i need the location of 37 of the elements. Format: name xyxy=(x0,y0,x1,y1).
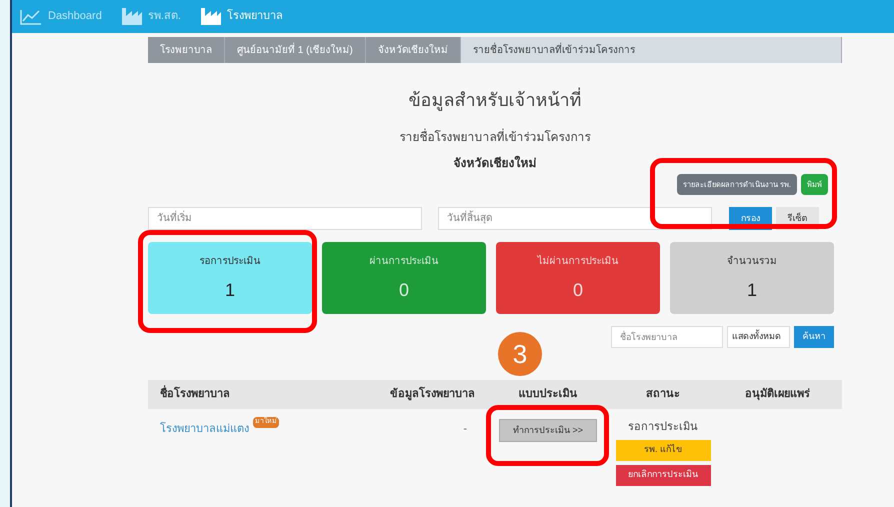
card-count: 0 xyxy=(572,279,583,302)
column-header: ข้อมูลโรงพยาบาล xyxy=(389,386,476,402)
page-title: ข้อมูลสำหรับเจ้าหน้าที่ xyxy=(148,87,842,114)
search-button[interactable]: ค้นหา xyxy=(794,326,834,348)
page-subtitle: รายชื่อโรงพยาบาลที่เข้าร่วมโครงการ xyxy=(398,128,592,146)
card-label: รอการประเมิน xyxy=(200,255,260,269)
breadcrumb-item[interactable]: จังหวัดเชียงใหม่ xyxy=(366,37,461,63)
hospital-search-field[interactable]: ชื่อโรงพยาบาล xyxy=(611,326,723,348)
hospital-link[interactable]: โรงพยาบาลแม่แตง xyxy=(160,421,249,438)
column-header: สถานะ xyxy=(645,387,681,402)
breadcrumb-item[interactable]: โรงพยาบาล xyxy=(148,37,225,63)
breadcrumb-item[interactable]: รายชื่อโรงพยาบาลที่เข้าร่วมโครงการ xyxy=(460,37,842,63)
nav-link[interactable]: Dashboard xyxy=(20,8,102,25)
breadcrumb-item[interactable]: ศูนย์อนามัยที่ 1 (เชียงใหม่) xyxy=(225,37,366,63)
card-count: 1 xyxy=(746,279,757,302)
factory-icon xyxy=(122,8,142,25)
end-date-field[interactable]: วันที่สิ้นสุด xyxy=(438,207,712,230)
card-label: จำนวนรวม xyxy=(727,254,777,269)
start-date-field[interactable]: วันที่เริ่ม xyxy=(148,207,422,230)
card-count: 1 xyxy=(224,279,235,302)
column-header: ชื่อโรงพยาบาล xyxy=(148,386,348,403)
factory-icon xyxy=(200,8,221,25)
card-count: 0 xyxy=(398,279,409,302)
status-text: รอการประเมิน xyxy=(628,420,698,435)
card-label: ผ่านการประเมิน xyxy=(370,255,438,269)
table-cell-text: - xyxy=(462,422,468,437)
line-chart-icon xyxy=(20,8,42,24)
status-button[interactable]: ยกเลิกการประเมิน xyxy=(616,464,710,486)
nav-link[interactable]: โรงพยาบาล xyxy=(200,8,283,25)
evaluate-button[interactable]: ทำการประเมิน >> xyxy=(499,419,597,442)
column-header: อนุมัติเผยแพร่ xyxy=(744,386,811,402)
card-label: ไม่ผ่านการประเมิน xyxy=(538,254,618,269)
province-name: จังหวัดเชียงใหม่ xyxy=(452,154,538,172)
status-button[interactable]: รพ. แก้ไข xyxy=(616,440,710,460)
column-header: แบบประเมิน xyxy=(518,386,578,402)
status-select[interactable]: แสดงทั้งหมด xyxy=(727,326,790,348)
nav-link[interactable]: รพ.สต. xyxy=(122,8,181,25)
